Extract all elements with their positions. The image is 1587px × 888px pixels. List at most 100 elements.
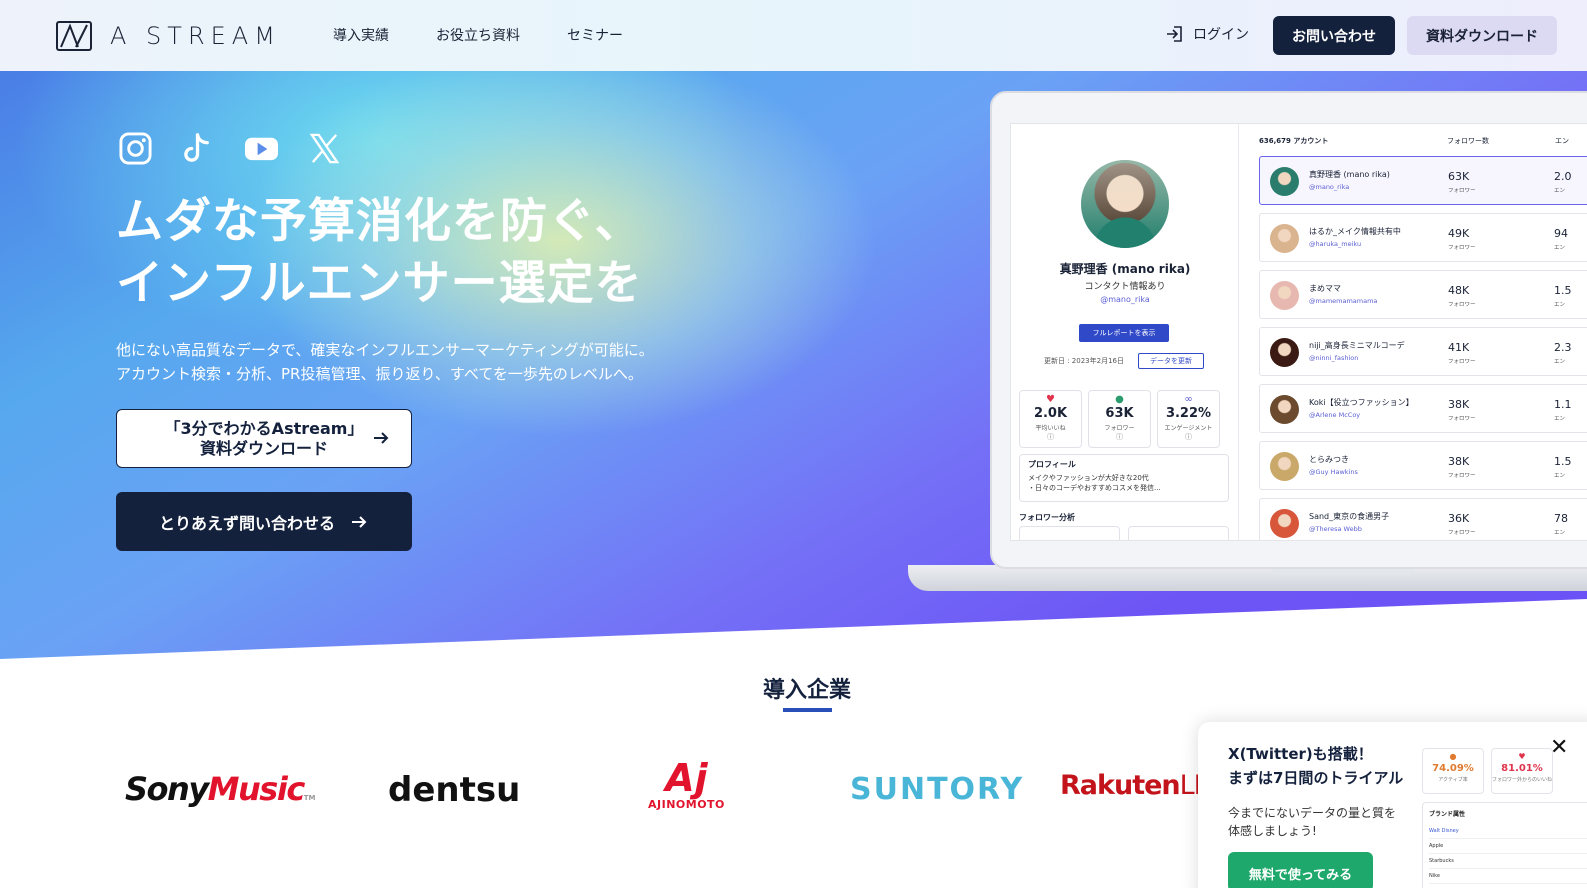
logo-text: TM [303,794,316,802]
stat-followers: ● 63K フォロワー ⓘ [1088,390,1151,448]
account-handle: @ninni_fashion [1309,354,1359,362]
popup-body: 今までにないデータの量と質を 体感しましょう! [1228,804,1396,840]
account-handle: @mamemamamama [1309,297,1378,305]
popup-title-line1: X(Twitter)も搭載！ [1228,745,1373,763]
stat-avg-likes: ♥ 2.0K 平均いいね ⓘ [1019,390,1082,448]
download-guide-button[interactable]: 「3分でわかるAstream」 資料ダウンロード [116,409,412,468]
account-list: 636,679 アカウント フォロワー数 エン 真野理香 (mano rika)… [1239,124,1587,540]
stat-label: 平均いいね [1035,425,1066,432]
account-engagement: 2.0 [1554,170,1572,183]
brand-table-heading: ブランド属性 [1429,811,1466,818]
stat-label: フォロワー [1104,425,1135,432]
account-engagement-label: エン [1554,416,1566,422]
profile-contact: コンタクト情報あり [1084,282,1166,292]
popup-title: X(Twitter)も搭載！ まずは7日間のトライアル [1228,742,1403,790]
account-followers-label: フォロワー [1448,188,1476,194]
contact-button[interactable]: お問い合わせ [1273,16,1395,55]
account-name: とらみつき [1309,455,1349,464]
popup-body-line2: 体感しましょう! [1228,824,1317,838]
account-name: Sand_東京の食通男子 [1309,512,1390,521]
account-followers: 48K [1448,284,1470,297]
account-followers-label: フォロワー [1448,473,1476,479]
profile-bio-line2: ・日々のコーデやおすすめコスメを発信... [1028,484,1161,492]
full-report-button: フルレポートを表示 [1079,324,1169,342]
account-avatar [1270,338,1299,367]
clients-title: 導入企業 [762,678,851,703]
arrow-right-icon [352,515,367,528]
account-row[interactable]: Sand_東京の食通男子 @Theresa Webb 36K フォロワー 78 エン [1259,498,1587,540]
login-link[interactable]: ログイン [1165,24,1249,44]
heart-icon: ♥ [1046,394,1055,405]
free-trial-button[interactable]: 無料で使ってみる [1228,852,1373,888]
popup-stat-label: アクティブ率 [1438,777,1468,783]
account-row[interactable]: とらみつき @Guy Hawkins 38K フォロワー 1.5 エン [1259,441,1587,490]
close-icon[interactable]: ✕ [1550,737,1568,759]
heart-icon: ♥ [1518,752,1526,761]
account-followers-label: フォロワー [1448,245,1476,251]
account-row[interactable]: はるか_メイク情報共有中 @haruka_meiku 49K フォロワー 94 エン [1259,213,1587,262]
follower-analysis-cards [1019,526,1229,540]
follower-analysis-heading: フォロワー分析 [1019,513,1075,522]
login-icon [1167,26,1182,42]
account-row[interactable]: niji_高身長ミニマルコーデ @ninni_fashion 41K フォロワー 2.3… [1259,327,1587,376]
popup-stat-value: 74.09% [1432,763,1474,774]
account-row[interactable]: Koki【役立つファッション】 @Arlene McCoy 38K フォロワー 1.1 エ… [1259,384,1587,433]
account-engagement-label: エン [1554,188,1566,194]
logo-text: Rakuten [1060,770,1181,801]
account-handle: @mano_rika [1309,183,1350,191]
hero-sub-line1: 他にない高品質なデータで、確実なインフルエンサーマーケティングが可能に。 [116,341,654,359]
sony-music-logo: SonyMusicTM [125,770,316,808]
account-count: 636,679 アカウント [1259,137,1329,145]
instagram-icon [119,132,152,165]
brand-affinity-table: ブランド属性 Walt Disney Apple Starbucks Nike [1422,802,1587,888]
stat-value: 63K [1105,406,1134,421]
nav-resources[interactable]: お役立ち資料 [436,25,520,45]
account-followers: 38K [1448,398,1470,411]
account-followers-label: フォロワー [1448,302,1476,308]
brand-row: Nike [1429,869,1587,884]
profile-bio-line1: メイクやファッションが大好きな20代 [1028,474,1149,482]
nav-seminars[interactable]: セミナー [567,25,623,45]
popup-body-line1: 今までにないデータの量と質を [1228,806,1397,820]
account-avatar [1270,452,1299,481]
stat-engagement: ∞ 3.22% エンゲージメント ⓘ [1157,390,1220,448]
account-engagement-label: エン [1554,245,1566,251]
hero-title-line2: インフルエンサー選定を [116,256,643,311]
logo-text: Music [207,770,306,808]
account-followers: 38K [1448,455,1470,468]
inquiry-label: とりあえず問い合わせる [158,513,335,533]
account-row[interactable]: 真野理香 (mano rika) @mano_rika 63K フォロワー 2.0 エン [1259,156,1587,205]
account-followers: 36K [1448,512,1470,525]
account-handle: @Guy Hawkins [1309,468,1358,476]
col-followers: フォロワー数 [1447,137,1489,145]
profile-panel: 真野理香 (mano rika) コンタクト情報あり @mano_rika フル… [1011,124,1239,540]
popup-title-line2: まずは7日間のトライアル [1228,769,1404,787]
profile-bio-heading: プロフィール [1028,460,1076,469]
inquiry-button[interactable]: とりあえず問い合わせる [116,492,412,551]
logo[interactable]: A STREAM [56,20,281,52]
account-engagement: 1.5 [1554,455,1572,468]
account-avatar [1270,281,1299,310]
account-followers-label: フォロワー [1448,530,1476,536]
hero-title: ムダな予算消化を防ぐ、 インフルエンサー選定を [116,191,643,315]
download-button[interactable]: 資料ダウンロード [1407,16,1557,55]
social-icons [118,131,342,166]
profile-handle: @mano_rika [1100,295,1150,304]
stat-value: 2.0K [1033,406,1068,421]
account-row[interactable]: まめママ @mamemamamama 48K フォロワー 1.5 エン [1259,270,1587,319]
account-name: 真野理香 (mano rika) [1309,170,1390,179]
profile-stats: ♥ 2.0K 平均いいね ⓘ ● 63K フォロワー ⓘ ∞ 3.22% エンゲ… [1019,390,1220,448]
ajinomoto-logo: Aj AJINOMOTO [648,758,725,811]
account-engagement: 1.5 [1554,284,1572,297]
dentsu-logo: dentsu [388,770,521,810]
hero-subtitle: 他にない高品質なデータで、確実なインフルエンサーマーケティングが可能に。 アカウ… [116,338,654,386]
account-avatar [1270,395,1299,424]
logo-text: AJINOMOTO [648,798,725,811]
logo-text: Sony [125,770,209,808]
popup-stat-likes: ♥ 81.01% フォロワー外からのいいね [1491,748,1553,794]
brand-row: Apple [1429,839,1587,854]
nav-case-studies[interactable]: 導入実績 [333,25,389,45]
account-engagement: 78 [1554,512,1568,525]
account-engagement-label: エン [1554,359,1566,365]
account-followers-label: フォロワー [1448,359,1476,365]
